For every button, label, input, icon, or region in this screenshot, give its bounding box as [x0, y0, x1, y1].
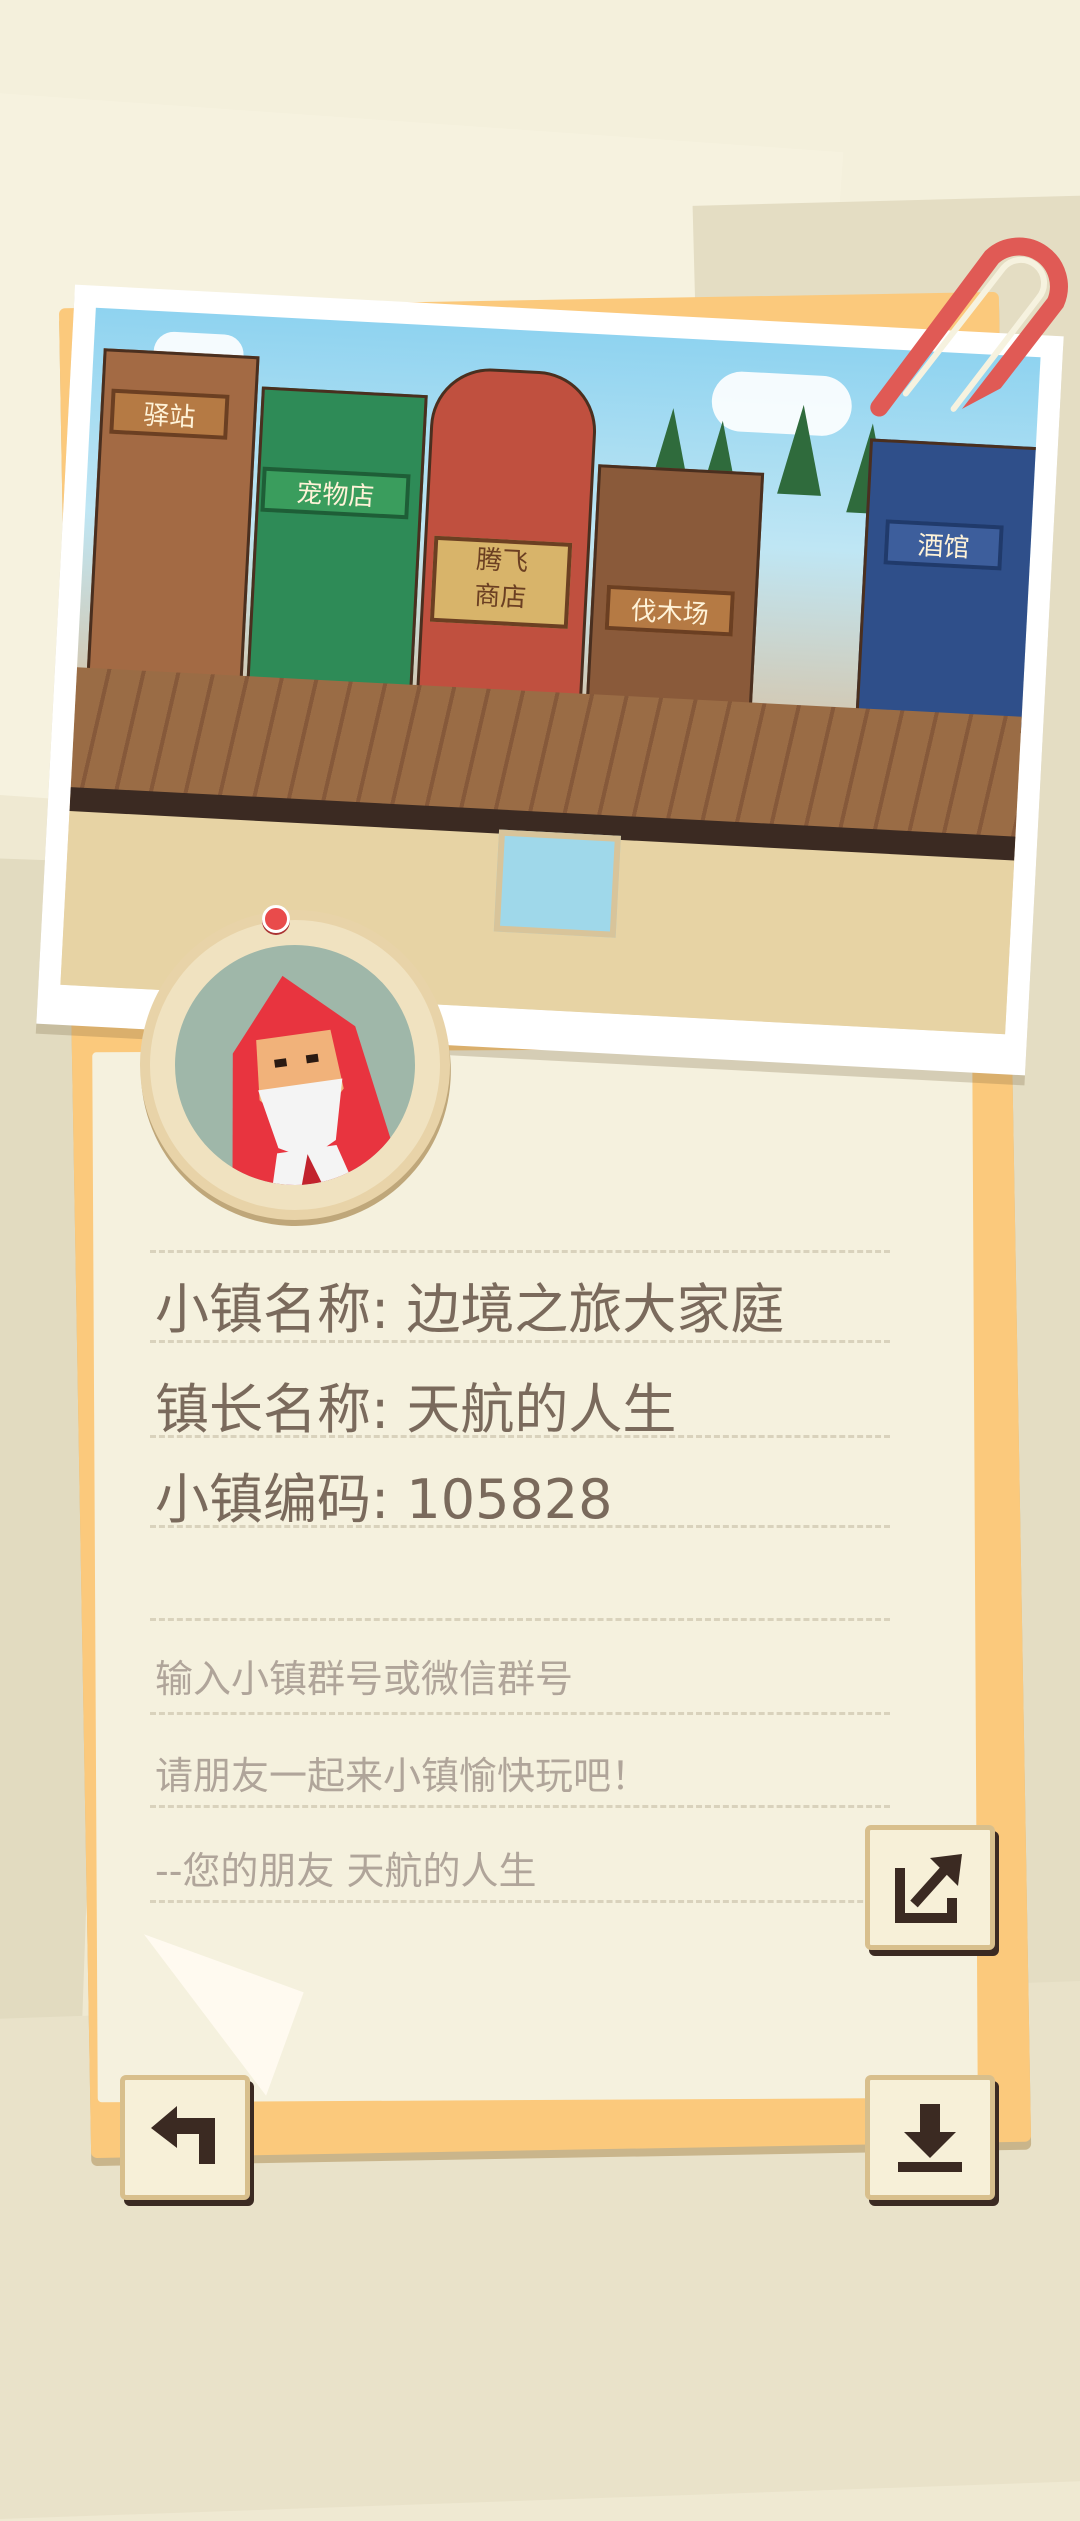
town-code-row: 小镇编码: 105828	[155, 1455, 613, 1534]
avatar-background	[159, 929, 431, 1201]
invite-line-3: --您的朋友 天航的人生	[155, 1849, 537, 1893]
red-pin-icon	[262, 905, 290, 933]
divider	[150, 1435, 890, 1438]
divider	[150, 1805, 890, 1808]
fly-shop-sign: 腾飞 商店	[429, 535, 573, 629]
mayor-name-label: 镇长名称:	[155, 1378, 390, 1441]
invite-line-1: 输入小镇群号或微信群号	[155, 1657, 574, 1701]
pet-shop-building	[245, 386, 428, 701]
divider	[150, 1525, 890, 1528]
pet-shop-sign: 宠物店	[260, 466, 411, 520]
town-code-value[interactable]: 105828	[406, 1468, 612, 1531]
bar-sign: 酒馆	[883, 519, 1004, 571]
divider	[150, 1618, 890, 1621]
invite-line-2: 请朋友一起来小镇愉快玩吧！	[155, 1754, 650, 1798]
station-sign: 驿站	[109, 388, 230, 440]
download-button[interactable]	[865, 2075, 995, 2200]
fly-shop-building	[416, 365, 600, 700]
lumber-sign: 伐木场	[604, 584, 735, 637]
pine-tree	[777, 403, 826, 496]
download-icon	[898, 2103, 962, 2172]
mayor-name-value: 天航的人生	[406, 1378, 677, 1441]
divider	[150, 1712, 890, 1715]
fountain	[493, 829, 621, 938]
santa-avatar-icon	[232, 975, 401, 1195]
fly-shop-sign-top: 腾飞	[475, 544, 529, 578]
divider	[150, 1340, 890, 1343]
back-button[interactable]	[120, 2075, 250, 2200]
back-arrow-icon	[151, 2105, 215, 2164]
invite-sheet	[92, 1047, 978, 2103]
share-icon	[895, 1853, 962, 1923]
town-name-row: 小镇名称: 边境之旅大家庭	[155, 1265, 784, 1344]
fly-shop-sign-bottom: 商店	[473, 580, 528, 614]
divider	[150, 1900, 890, 1903]
town-name-label: 小镇名称:	[155, 1278, 390, 1341]
divider	[150, 1250, 890, 1253]
share-button[interactable]	[865, 1825, 995, 1950]
bar-building	[855, 438, 1041, 734]
town-code-label: 小镇编码:	[155, 1468, 390, 1531]
mayor-name-row: 镇长名称: 天航的人生	[155, 1365, 676, 1444]
town-name-value: 边境之旅大家庭	[406, 1278, 785, 1341]
